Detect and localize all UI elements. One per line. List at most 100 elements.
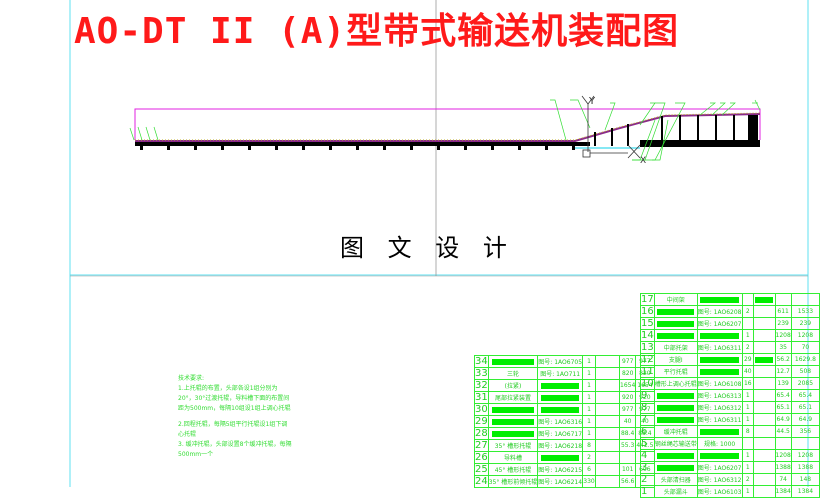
support-leg xyxy=(572,146,575,150)
table-row: 13 中部托架 图号: 1AO6311 2 35 70 xyxy=(640,341,820,354)
item-number: 1 xyxy=(640,485,655,498)
table-cell xyxy=(619,451,637,464)
table-row: 5 钢丝绳芯输送带 规格: 1000 xyxy=(640,437,820,450)
support-leg xyxy=(383,146,386,150)
item-number: 2 xyxy=(640,473,655,486)
table-cell: 1208 xyxy=(774,449,792,462)
table-cell: 101 xyxy=(619,463,637,476)
table-cell xyxy=(696,425,743,438)
table-cell: 1 xyxy=(741,329,755,342)
table-cell: 8 xyxy=(741,425,755,438)
table-cell: 35° 槽形前倾托辊 xyxy=(487,475,539,488)
note-line: 3. 缓冲托辊，头部设置8个缓冲托辊，每隔 xyxy=(178,441,292,448)
table-cell xyxy=(653,449,698,462)
item-number: 31 xyxy=(474,391,489,404)
table-row: 26 导料槽 2 xyxy=(474,451,655,464)
item-number: 32 xyxy=(474,379,489,392)
table-cell: 64.9 xyxy=(774,413,792,426)
item-number: 8 xyxy=(640,401,655,414)
table-cell: 图号: 1AO6311 xyxy=(696,341,743,354)
item-number: 26 xyxy=(474,451,489,464)
table-cell: 65.1 xyxy=(790,401,820,414)
table-cell: 图号: 1AO6215 xyxy=(537,463,584,476)
item-number: 25 xyxy=(474,463,489,476)
table-cell xyxy=(753,473,776,486)
table-cell xyxy=(753,293,776,306)
table-cell: 中间架 xyxy=(653,293,698,306)
redaction-bar xyxy=(540,454,580,461)
item-number: 3 xyxy=(640,461,655,474)
redaction-bar xyxy=(657,452,695,459)
table-cell: 头部漏斗 xyxy=(653,485,698,498)
table-cell: 图号: 1AO6207 xyxy=(696,317,743,330)
table-cell: 1388 xyxy=(790,461,820,474)
table-row: 29 图号: 1AO6316 1 40 40 xyxy=(474,415,655,428)
support-leg xyxy=(437,146,440,150)
table-cell xyxy=(595,415,621,428)
support-leg xyxy=(491,146,494,150)
table-cell: (拉紧) xyxy=(487,379,539,392)
redaction-bar xyxy=(491,358,535,365)
table-cell xyxy=(753,353,776,366)
table-cell xyxy=(696,365,743,378)
redaction-bar xyxy=(491,406,535,413)
table-row: 31 尾部拉紧装置 1 920 920 xyxy=(474,391,655,404)
table-cell: 图号: 1AO6214 xyxy=(537,475,584,488)
bom-table-left: 34 图号: 1AO6705 1 977 977 33 三轮 图号: 1AO711 1 820 82… xyxy=(474,355,655,488)
table-cell xyxy=(653,329,698,342)
conveyor-assembly-drawing: Y X xyxy=(129,95,761,166)
table-cell: 920 xyxy=(619,391,637,404)
table-cell xyxy=(595,379,621,392)
table-row: 16 图号: 1AO6208 2 611 1533 xyxy=(640,305,820,318)
table-cell: 148 xyxy=(790,473,820,486)
redaction-bar xyxy=(755,296,774,303)
table-cell: 图号: 1AO6313 xyxy=(696,389,743,402)
support-leg xyxy=(194,146,197,150)
table-cell: 尾部拉紧装置 xyxy=(487,391,539,404)
table-cell xyxy=(595,355,621,368)
table-row: 8 图号: 1AO6312 1 65.1 65.1 xyxy=(640,401,820,414)
table-cell xyxy=(753,425,776,438)
table-cell xyxy=(753,461,776,474)
table-cell xyxy=(696,329,743,342)
table-cell xyxy=(595,391,621,404)
table-cell xyxy=(595,403,621,416)
redaction-bar xyxy=(657,404,695,411)
table-cell: 56.2 xyxy=(774,353,792,366)
table-cell xyxy=(790,293,820,306)
table-cell: 1208 xyxy=(790,449,820,462)
note-line: 20°，30°过渡托辊，导料槽下面的布置间 xyxy=(178,395,290,402)
table-cell xyxy=(774,437,792,450)
magenta-outline xyxy=(134,108,761,140)
item-number: 12 xyxy=(640,353,655,366)
table-cell: 1 xyxy=(582,427,597,440)
redaction-bar xyxy=(657,320,695,327)
table-cell: 图号: 1AO6316 xyxy=(537,415,584,428)
table-cell xyxy=(487,415,539,428)
support-leg xyxy=(410,146,413,150)
table-cell: 65.4 xyxy=(790,389,820,402)
table-cell: 三轮 xyxy=(487,367,539,380)
table-cell: 1384 xyxy=(790,485,820,498)
table-cell: 图号: 1AO6717 xyxy=(537,427,584,440)
table-row: 7 图号: 1AO6311 1 64.9 64.9 xyxy=(640,413,820,426)
table-cell: 1 xyxy=(741,413,755,426)
table-cell: 820 xyxy=(619,367,637,380)
table-cell: 16 xyxy=(741,377,755,390)
redaction-bar xyxy=(657,464,695,471)
item-number: 30 xyxy=(474,403,489,416)
redaction-bar xyxy=(700,332,739,339)
table-cell: 508 xyxy=(790,365,820,378)
redaction-bar xyxy=(491,430,535,437)
table-cell: 2 xyxy=(582,451,597,464)
table-cell xyxy=(696,353,743,366)
table-cell: 330 xyxy=(582,475,597,488)
table-cell: 88.4 xyxy=(619,427,637,440)
table-cell: 64.9 xyxy=(790,413,820,426)
table-cell xyxy=(753,389,776,402)
table-cell xyxy=(753,341,776,354)
table-cell: 12.7 xyxy=(774,365,792,378)
table-cell: 图号: 1AO6705 xyxy=(537,355,584,368)
note-line: 2.回程托辊，每隔5组平行托辊设1组下调 xyxy=(178,421,288,428)
table-cell xyxy=(653,461,698,474)
